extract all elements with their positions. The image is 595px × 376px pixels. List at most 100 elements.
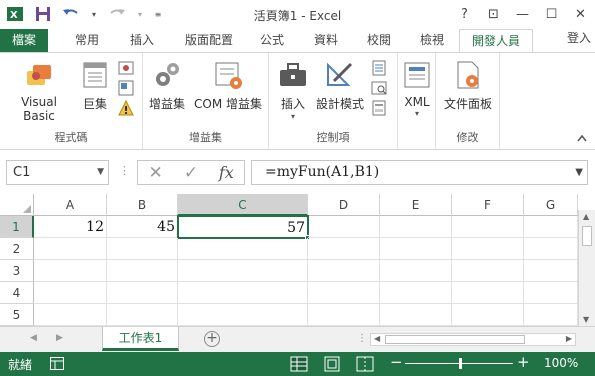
row-header-3[interactable]: 3 [0,260,34,282]
confirm-entry-icon[interactable]: ✓ [173,163,208,183]
restore-button[interactable]: ☐ [537,0,566,29]
com-addins-button[interactable]: COM 增益集 [191,59,265,112]
cell-a3[interactable] [34,260,107,282]
view-code-icon[interactable] [371,80,387,96]
cell-b2[interactable] [107,238,178,260]
name-box-dropdown-icon[interactable]: ▼ [97,161,104,184]
scroll-up-icon[interactable]: ▲ [583,212,589,221]
cell-d3[interactable] [308,260,380,282]
cell-a1[interactable]: 12 [34,216,107,238]
select-all-button[interactable] [0,194,34,216]
formula-input[interactable]: =myFun(A1,B1) ▼ [251,160,588,185]
design-mode-button[interactable]: 設計模式 [314,59,366,112]
cell-d4[interactable] [308,282,380,304]
column-header-a[interactable]: A [34,194,107,216]
collapse-ribbon-icon[interactable] [577,132,587,145]
ribbon-display-options-button[interactable]: ⊡ [479,0,508,29]
column-header-b[interactable]: B [107,194,178,216]
cell-c1[interactable]: 57 [177,215,309,239]
vertical-scroll-thumb[interactable] [582,226,592,246]
cancel-entry-icon[interactable]: ✕ [138,163,173,183]
sheet-next-icon[interactable]: ▶ [56,333,63,343]
tab-review[interactable]: 校閱 [357,29,401,52]
cell-a2[interactable] [34,238,107,260]
macro-recording-icon[interactable] [50,357,64,370]
cell-d5[interactable] [308,304,380,326]
cell-b5[interactable] [107,304,178,326]
tab-view[interactable]: 檢視 [410,29,454,52]
page-break-preview-icon[interactable] [356,356,374,372]
insert-control-button[interactable]: 插入 ▾ [275,59,311,121]
sheet-tab-1[interactable]: 工作表1 [102,327,179,351]
sheet-prev-icon[interactable]: ◀ [30,333,37,343]
row-header-5[interactable]: 5 [0,304,34,326]
xml-button[interactable]: XML ▾ [398,59,436,118]
tab-file[interactable]: 檔案 [0,29,48,52]
cell-g4[interactable] [524,282,578,304]
record-macro-icon[interactable] [118,60,134,76]
zoom-in-icon[interactable]: + [517,353,530,371]
run-dialog-icon[interactable] [371,100,387,116]
column-header-f[interactable]: F [452,194,524,216]
cell-f5[interactable] [452,304,524,326]
cell-g1[interactable] [524,216,578,238]
zoom-out-icon[interactable]: − [390,353,403,371]
cell-f1[interactable] [452,216,524,238]
cell-e4[interactable] [380,282,452,304]
vertical-scrollbar[interactable]: ▲ ▼ [578,210,595,326]
cell-f2[interactable] [452,238,524,260]
cell-a4[interactable] [34,282,107,304]
visual-basic-button[interactable]: Visual Basic [4,59,74,123]
cell-e3[interactable] [380,260,452,282]
name-box[interactable]: C1 ▼ [6,160,109,185]
horizontal-scroll-thumb[interactable] [385,335,525,344]
insert-function-icon[interactable]: fx [209,163,244,182]
close-button[interactable]: ✕ [566,0,595,29]
zoom-level[interactable]: 100% [544,356,578,370]
tab-formulas[interactable]: 公式 [252,29,292,52]
scroll-right-icon[interactable]: ▶ [566,334,572,343]
cell-g5[interactable] [524,304,578,326]
add-sheet-icon[interactable]: + [204,331,220,347]
zoom-slider-thumb[interactable] [459,358,462,369]
tab-insert[interactable]: 插入 [118,29,166,52]
cell-e5[interactable] [380,304,452,326]
expand-formula-bar-icon[interactable]: ▼ [575,161,583,184]
cell-f3[interactable] [452,260,524,282]
tab-data[interactable]: 資料 [304,29,348,52]
cell-b3[interactable] [107,260,178,282]
column-header-d[interactable]: D [308,194,380,216]
horizontal-scrollbar[interactable]: ◀ ▶ [370,333,576,346]
properties-icon[interactable] [371,60,387,76]
tab-developer[interactable]: 開發人員 [459,29,533,53]
help-button[interactable]: ? [450,0,479,29]
row-header-2[interactable]: 2 [0,238,34,260]
sign-in-link[interactable]: 登入 [567,29,591,47]
cell-c5[interactable] [178,304,308,326]
tab-page-layout[interactable]: 版面配置 [176,29,242,52]
cell-d2[interactable] [308,238,380,260]
minimize-button[interactable]: — [508,0,537,29]
cell-a5[interactable] [34,304,107,326]
cell-b1[interactable]: 45 [107,216,178,238]
macros-button[interactable]: 巨集 [78,59,112,112]
tab-split-grip-icon[interactable]: ⋮ [357,333,367,344]
row-header-4[interactable]: 4 [0,282,34,304]
cell-c3[interactable] [178,260,308,282]
column-header-g[interactable]: G [524,194,578,216]
tab-home[interactable]: 常用 [62,29,112,52]
cell-g3[interactable] [524,260,578,282]
scroll-left-icon[interactable]: ◀ [374,334,380,343]
cell-e2[interactable] [380,238,452,260]
addins-button[interactable]: 增益集 [147,59,187,112]
cell-c4[interactable] [178,282,308,304]
document-panel-button[interactable]: 文件面板 [440,59,496,112]
scroll-down-icon[interactable]: ▼ [583,315,589,324]
cell-e1[interactable] [380,216,452,238]
cell-b4[interactable] [107,282,178,304]
formula-bar-grip-icon[interactable]: ⋮ [119,164,130,177]
cell-c2[interactable] [178,238,308,260]
cell-f4[interactable] [452,282,524,304]
cell-g2[interactable] [524,238,578,260]
macro-security-icon[interactable] [118,100,134,116]
